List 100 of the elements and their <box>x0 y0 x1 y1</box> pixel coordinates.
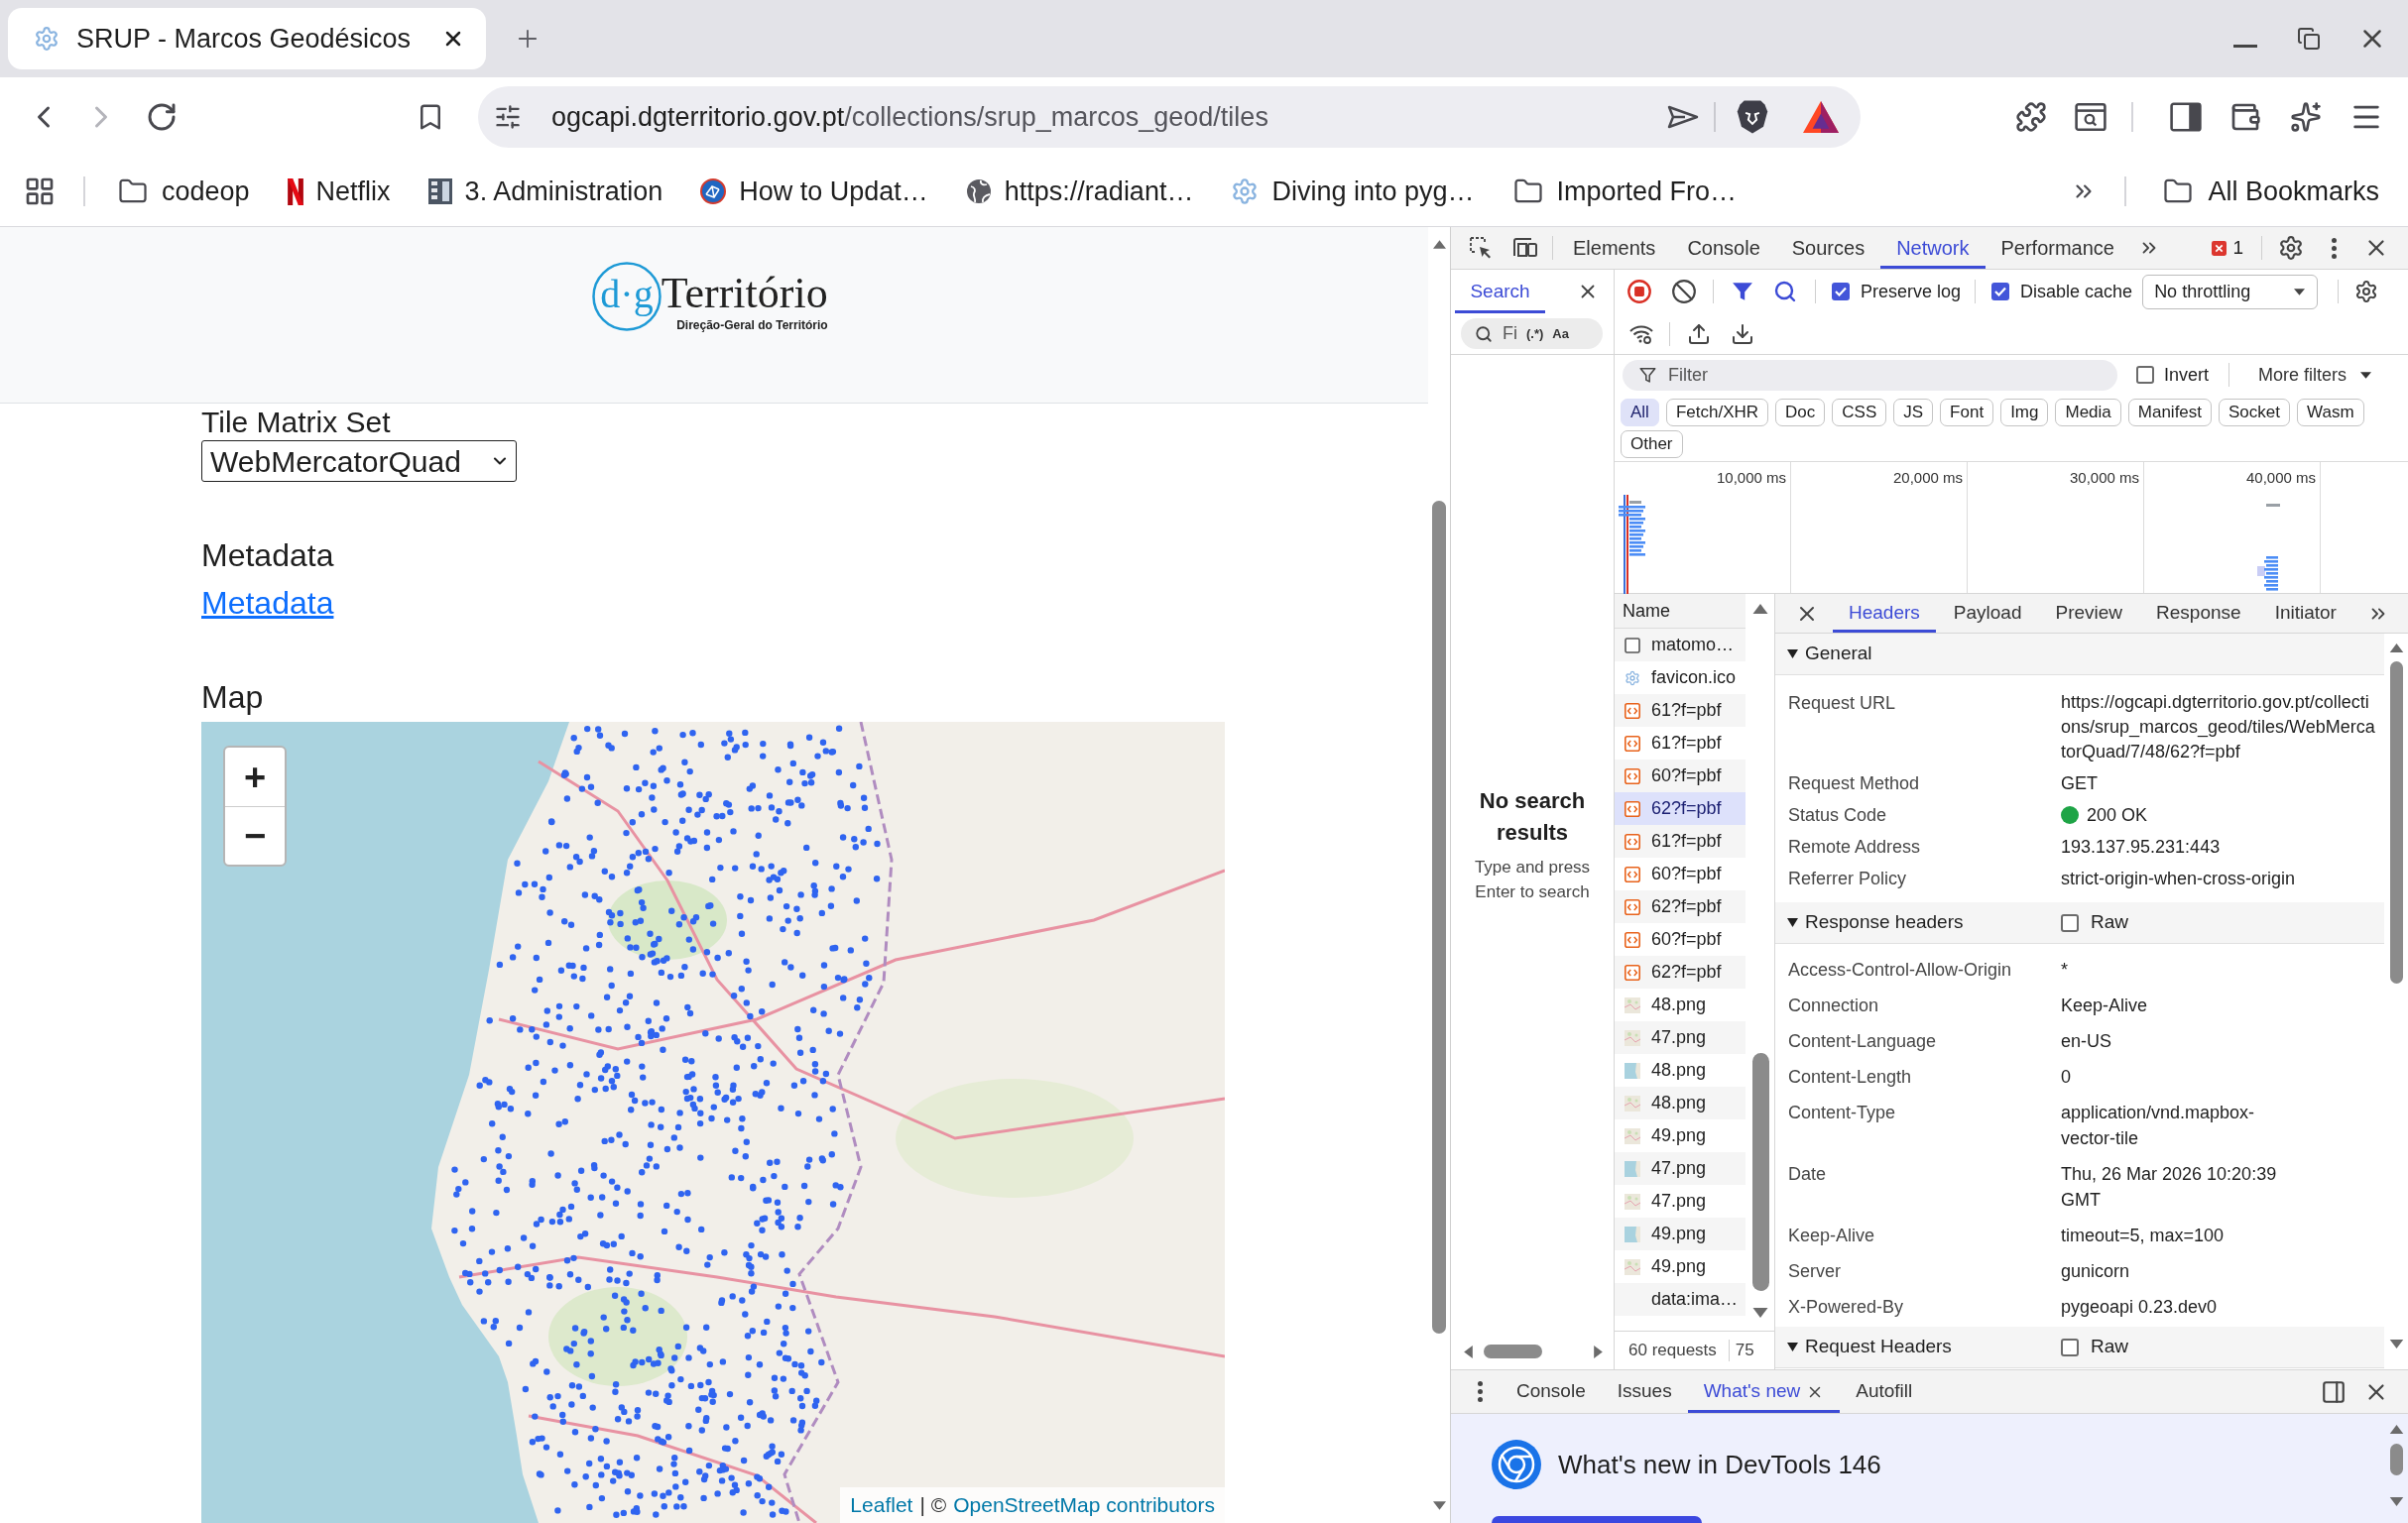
more-filters-dropdown[interactable]: More filters <box>2258 361 2372 389</box>
request-row[interactable]: 62?f=pbf <box>1615 956 1746 989</box>
bookmark-item[interactable]: Diving into pyg… <box>1231 171 1475 212</box>
request-row[interactable]: 47.png <box>1615 1152 1746 1185</box>
scrollbar-thumb[interactable] <box>1432 501 1446 1334</box>
bookmark-item[interactable]: Netflix <box>287 171 391 212</box>
throttling-select[interactable]: No throttling <box>2142 274 2319 309</box>
triangle-down-icon[interactable] <box>1787 649 1798 658</box>
section-title[interactable]: Response headers <box>1805 908 1964 937</box>
browser-tab[interactable]: SRUP - Marcos Geodésicos <box>8 8 486 69</box>
zoom-in-button[interactable]: + <box>225 748 285 807</box>
request-row[interactable]: data:ima… <box>1615 1283 1746 1316</box>
code-file-icon <box>1625 800 1640 817</box>
devtools-tab[interactable]: Network <box>1880 227 1986 269</box>
search-input[interactable]: Fi <box>1503 320 1522 347</box>
drawer-tab[interactable]: Issues <box>1601 1370 1688 1413</box>
type-filter-chip[interactable]: JS <box>1893 399 1934 426</box>
type-filter-chip[interactable]: Fetch/XHR <box>1665 399 1769 426</box>
header-value: 0 <box>2061 1066 2072 1089</box>
header-name: Content-Language <box>1787 1030 1938 1053</box>
bookmark-item[interactable]: Imported Fro… <box>1511 171 1738 212</box>
header-value: 200 OK <box>2087 804 2148 827</box>
metadata-link[interactable]: Metadata <box>201 585 334 621</box>
logo-prefix: d·g <box>600 274 654 314</box>
panel-right-icon <box>2321 1378 2347 1405</box>
details-tab[interactable]: Payload <box>1937 594 2038 633</box>
devtools-tab[interactable]: Elements <box>1557 227 1672 269</box>
request-row[interactable]: 47.png <box>1615 1021 1746 1054</box>
tile-matrix-select[interactable]: WebMercatorQuad <box>201 440 517 482</box>
details-tab[interactable]: Response <box>2140 594 2257 633</box>
devtools-tab[interactable]: Console <box>1671 227 1776 269</box>
header-name: Content-Length <box>1787 1066 1913 1089</box>
filter-input[interactable]: Filter <box>1623 359 2117 391</box>
checkbox[interactable] <box>2061 913 2079 932</box>
type-filter-chip[interactable]: Doc <box>1775 399 1826 426</box>
bookmark-item[interactable]: https://radiant… <box>965 171 1194 212</box>
triangle-down-icon[interactable] <box>1787 1343 1798 1351</box>
grid-icon <box>24 176 56 207</box>
logo-name: Território <box>661 271 828 315</box>
section-title[interactable]: Request Headers <box>1805 1333 1952 1361</box>
checkbox[interactable] <box>1991 283 2010 300</box>
search-tab[interactable]: Search <box>1455 270 1545 313</box>
checkbox[interactable] <box>2061 1338 2079 1356</box>
checkbox[interactable] <box>1832 283 1850 300</box>
request-row[interactable]: 62?f=pbf <box>1615 792 1746 825</box>
address-bar[interactable]: ogcapi.dgterritorio.gov.pt/collections/srup_marcos_geod/tiles <box>478 86 1861 148</box>
section-heading: Map <box>201 679 264 715</box>
type-filter-chip[interactable]: Wasm <box>2297 399 2364 426</box>
osm-link[interactable]: OpenStreetMap contributors <box>953 1489 1215 1521</box>
scrollbar-thumb[interactable] <box>2389 661 2403 984</box>
details-tab[interactable]: Preview <box>2039 594 2139 633</box>
apps-button[interactable] <box>24 176 56 207</box>
header-name: Request Method <box>1787 772 1921 795</box>
caret-down-icon <box>2388 1340 2404 1348</box>
window-search-icon <box>2075 102 2107 132</box>
request-row[interactable]: 49.png <box>1615 1218 1746 1250</box>
n-logo-icon <box>287 177 303 205</box>
triangle-down-icon[interactable] <box>1787 918 1798 927</box>
clear-button[interactable] <box>1670 278 1698 305</box>
match-case-toggle[interactable]: Aa <box>1552 323 1569 344</box>
type-filter-chip[interactable]: Font <box>1940 399 1994 426</box>
request-row[interactable]: 62?f=pbf <box>1615 890 1746 923</box>
all-bookmarks-button[interactable]: All Bookmarks <box>2162 171 2379 212</box>
details-tab[interactable]: Initiator <box>2258 594 2352 633</box>
scrollbar-thumb[interactable] <box>1751 1053 1769 1291</box>
type-filter-chip[interactable]: CSS <box>1832 399 1887 426</box>
drawer-tab[interactable]: Autofill <box>1840 1370 1929 1413</box>
request-row[interactable]: 48.png <box>1615 1087 1746 1119</box>
request-row[interactable]: matomo… <box>1615 629 1746 661</box>
request-row[interactable]: 61?f=pbf <box>1615 694 1746 727</box>
drawer-tab[interactable]: Console <box>1501 1370 1602 1413</box>
bookmark-item[interactable]: How to Updat… <box>700 171 928 212</box>
type-filter-chip[interactable]: Other <box>1621 430 1683 458</box>
image-thumbnail-icon <box>1625 996 1640 1013</box>
type-filter-chip[interactable]: All <box>1621 399 1659 426</box>
zoom-out-button[interactable]: − <box>225 807 285 865</box>
type-filter-chip[interactable]: Media <box>2055 399 2121 426</box>
header-name: Content-Type <box>1787 1102 1897 1124</box>
field-label: Tile Matrix Set <box>201 406 391 439</box>
sparkle-icon <box>2290 101 2322 133</box>
bookmark-item[interactable]: codeop <box>117 171 250 212</box>
devtools-tab[interactable]: Performance <box>1985 227 2130 269</box>
request-row[interactable]: 60?f=pbf <box>1615 760 1746 792</box>
bookmark-item[interactable]: 3. Administration <box>427 171 663 212</box>
record-button[interactable] <box>1625 278 1653 305</box>
devtools-tab[interactable]: Sources <box>1775 227 1881 269</box>
globe-icon <box>965 178 992 204</box>
puzzle-icon <box>2015 101 2047 133</box>
logo-tagline: Direção-Geral do Território <box>676 318 828 331</box>
leaflet-link[interactable]: Leaflet <box>850 1489 913 1521</box>
error-count-button[interactable]: 1 <box>2212 233 2243 263</box>
scrollbar-thumb[interactable] <box>1484 1345 1542 1358</box>
request-row[interactable]: 61?f=pbf <box>1615 825 1746 858</box>
checkbox[interactable] <box>2136 366 2154 384</box>
scrollbar-thumb[interactable] <box>2389 1444 2403 1475</box>
type-filter-chip[interactable]: Img <box>2000 399 2049 426</box>
regex-toggle[interactable]: (.*) <box>1526 323 1544 344</box>
type-filter-chip[interactable]: Socket <box>2219 399 2290 426</box>
section-title[interactable]: General <box>1805 640 1872 668</box>
type-filter-chip[interactable]: Manifest <box>2127 399 2213 426</box>
